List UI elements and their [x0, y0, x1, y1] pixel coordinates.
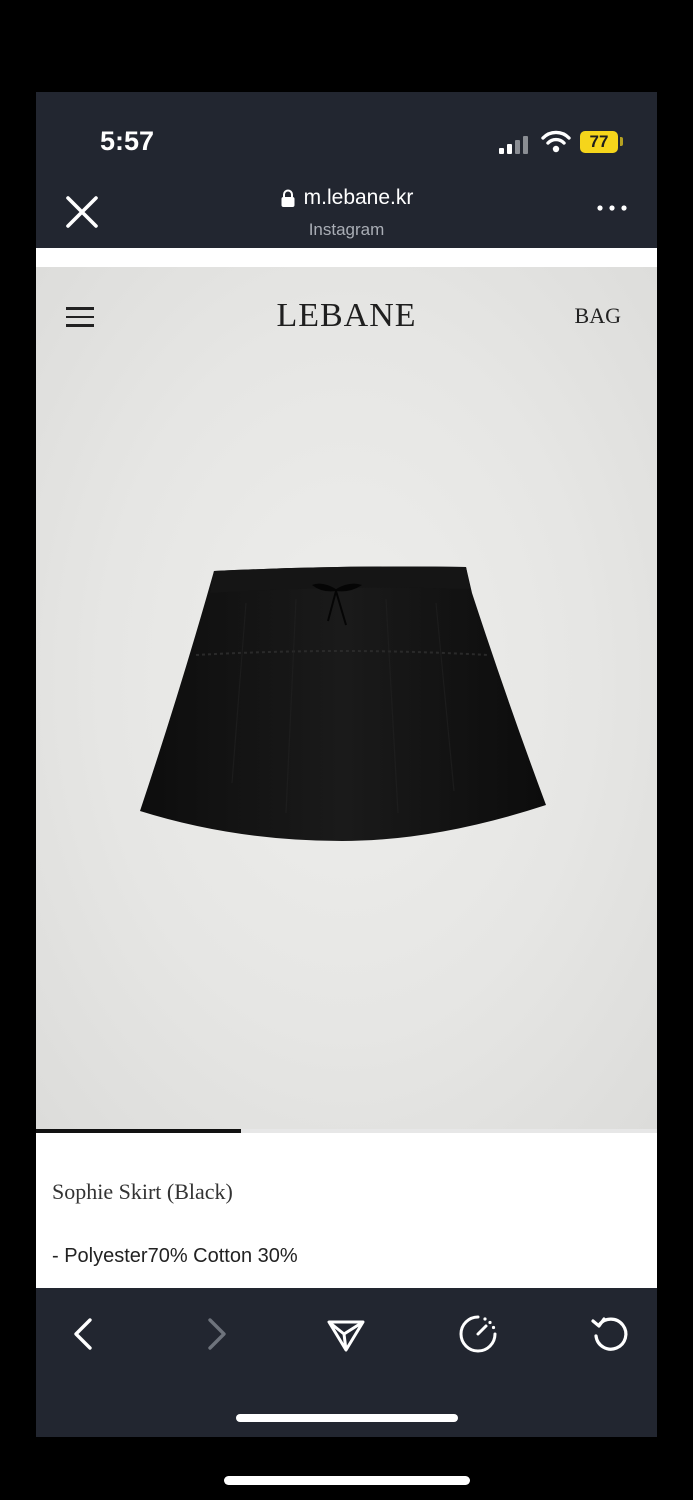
- site-logo[interactable]: LEBANE: [36, 297, 657, 335]
- battery-indicator: 77: [580, 131, 618, 153]
- home-indicator[interactable]: [236, 1414, 458, 1422]
- url-line: m.lebane.kr: [280, 186, 414, 210]
- web-content: LEBANE BAG Sophie Skirt (Black) - Polyes…: [36, 248, 657, 1288]
- outer-home-indicator[interactable]: [224, 1476, 470, 1485]
- page-top-strip: [36, 248, 657, 267]
- speed-icon[interactable]: [456, 1312, 500, 1356]
- phone-screen: 5:57 77 m.lebane.kr Instagram LEBANE BAG…: [36, 92, 657, 1437]
- status-time: 5:57: [100, 126, 155, 156]
- product-description: - Polyester70% Cotton 30%: [52, 1245, 298, 1267]
- carousel-progress-fill: [36, 1129, 241, 1133]
- more-icon[interactable]: [592, 196, 632, 220]
- bag-link[interactable]: BAG: [575, 303, 621, 329]
- address-area[interactable]: m.lebane.kr Instagram: [36, 186, 657, 240]
- wifi-icon: [541, 130, 571, 153]
- image-carousel-progress: [36, 1129, 657, 1133]
- share-icon[interactable]: [324, 1312, 368, 1356]
- back-icon[interactable]: [62, 1312, 106, 1356]
- product-name: Sophie Skirt (Black): [52, 1179, 233, 1204]
- lock-icon: [281, 189, 295, 207]
- forward-icon[interactable]: [194, 1312, 238, 1356]
- signal-icon: [499, 136, 533, 154]
- skirt-product-image: [140, 566, 546, 841]
- url-text: m.lebane.kr: [303, 186, 414, 209]
- source-label: Instagram: [308, 220, 385, 239]
- reload-icon[interactable]: [588, 1312, 632, 1356]
- product-image-area[interactable]: LEBANE BAG: [36, 267, 657, 1129]
- battery-tip: [620, 137, 623, 146]
